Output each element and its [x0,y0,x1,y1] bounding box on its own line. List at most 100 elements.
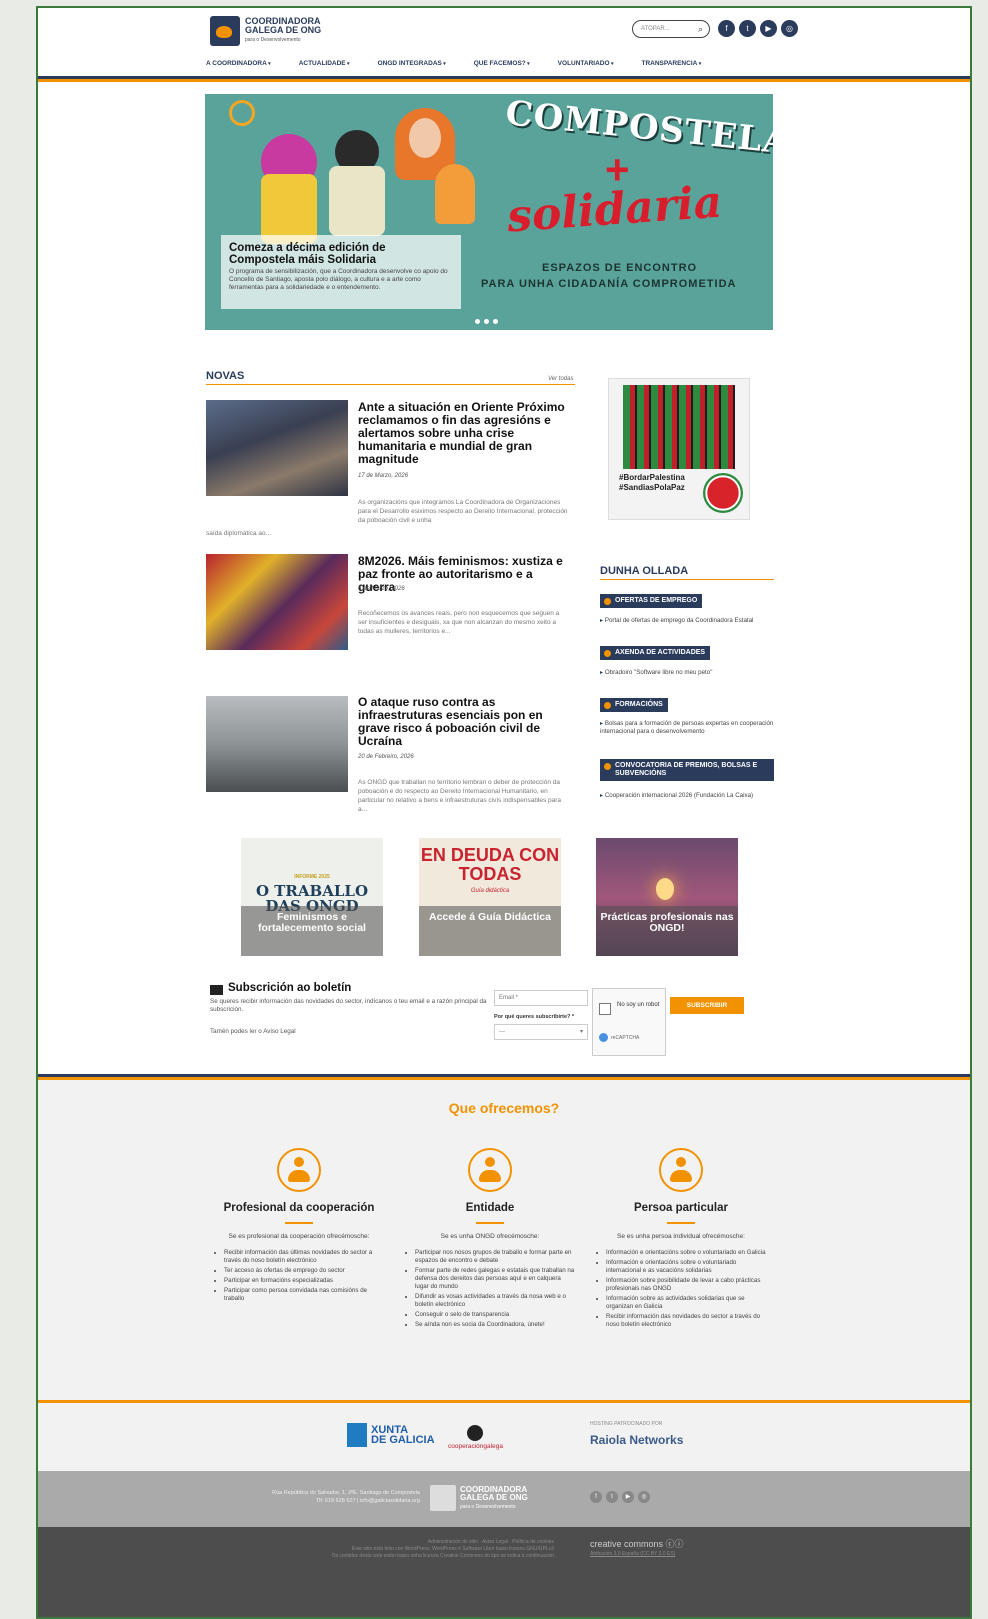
email-field[interactable]: Email * [494,990,588,1006]
offer-intro: Se es profesional da cooperación ofrecém… [228,1233,370,1240]
see-all-link[interactable]: Ver todas [548,376,573,382]
news-image[interactable] [206,696,348,792]
campaign-banner[interactable]: #BordarPalestina #SandiasPolaPaz [608,378,750,520]
youtube-icon[interactable]: ▶ [760,20,777,37]
offer-item[interactable]: Ter acceso ás ofertas de emprego do sect… [224,1267,384,1275]
sidebar-link[interactable]: Cooperación internacional 2026 (Fundació… [600,792,776,800]
promo-label[interactable]: Feminismos e fortalecemento social [241,912,383,934]
offer-item[interactable]: Formar parte de redes galegas e estatais… [415,1267,575,1291]
hero-caption-title[interactable]: Comeza a décima edición de Compostela má… [229,242,453,266]
offer-item[interactable]: Recibir información das últimas novidade… [224,1249,384,1265]
creative-commons-logo[interactable]: creative commons ⓒⓘ [590,1537,684,1550]
nav-item-actualidade[interactable]: ACTUALIDADE [299,60,350,67]
nav-item-voluntariado[interactable]: VOLUNTARIADO [558,60,614,67]
raiola-logo[interactable]: Raiola Networks [590,1433,683,1447]
xunta-logo[interactable]: XUNTA DE GALICIA [347,1423,435,1447]
subscribe-button[interactable]: SUBSCRIBIR [670,997,744,1014]
xunta-line2: DE GALICIA [371,1434,435,1446]
youtube-icon[interactable]: ▶ [622,1491,634,1503]
promo-card-internship[interactable]: Prácticas profesionais nas ONGD! [596,838,738,956]
news-title[interactable]: O ataque ruso contra as infraestruturas … [358,696,568,748]
news-image[interactable] [206,554,348,650]
offer-section: Que ofrecemos? Profesional da cooperació… [38,1080,970,1400]
figure-illustration [329,166,385,236]
instagram-icon[interactable]: ◎ [638,1491,650,1503]
sponsors-bar: XUNTA DE GALICIA cooperacióngalega HOSTI… [38,1403,970,1471]
logo-mark-icon [210,16,240,46]
sidebar-badge-training[interactable]: FORMACIÓNS [600,698,668,712]
offer-item[interactable]: Información sobre posibilidade de levar … [606,1277,766,1293]
offer-item[interactable]: Participar nos nosos grupos de traballo … [415,1249,575,1265]
mail-icon [210,985,223,995]
person-icon [659,1148,703,1192]
offer-item[interactable]: Se aínda non es socia da Coordinadora, ú… [415,1321,575,1329]
reason-value: --- [499,1029,505,1035]
promo-card-guide[interactable]: EN DEUDA CON TODAS Guía didáctica Accede… [419,838,561,956]
nav-item-que-facemos[interactable]: QUE FACEMOS? [474,60,530,67]
captcha-brand: reCAPTCHA [611,1035,640,1041]
instagram-icon[interactable]: ◎ [781,20,798,37]
twitter-icon[interactable]: t [739,20,756,37]
search-icon[interactable]: ⌕ [698,24,703,35]
xunta-flag-icon [347,1423,367,1447]
footer-links[interactable]: Administración do sitio · Aviso Legal · … [428,1539,554,1545]
footer-contact[interactable]: Tlf: 619 628 627 | info@galiciasolidaria… [316,1498,420,1504]
slider-dot[interactable] [493,319,498,324]
offer-item[interactable]: Participar en formacións especializadas [224,1277,384,1285]
sidebar-badge-agenda[interactable]: AXENDA DE ACTIVIDADES [600,646,711,660]
promo-card-report[interactable]: INFORME 2025 O TRABALLO DAS ONGD Feminis… [241,838,383,956]
facebook-icon[interactable]: f [718,20,735,37]
nav-item-transparencia[interactable]: TRANSPARENCIA [641,60,701,67]
offer-item[interactable]: Información e orientacións sobre o volun… [606,1259,766,1275]
footer-address[interactable]: Rúa República do Salvador, 1, 2ºE. Santi… [272,1490,420,1496]
footer-logo[interactable]: COORDINADORA GALEGA DE ONG para o Desenv… [430,1485,528,1511]
nav-item-coordinadora[interactable]: A COORDINADORA [206,60,271,67]
figure-illustration [261,174,317,244]
search-input[interactable]: ATOPAR... ⌕ [632,20,710,38]
coop-galega-logo[interactable]: cooperacióngalega [448,1425,503,1450]
email-placeholder: Email * [499,995,519,1001]
offer-item[interactable]: Información sobre as actividades solidar… [606,1295,766,1311]
figure-illustration [435,164,475,224]
site-logo[interactable]: COORDINADORA GALEGA DE ONG para o Desenv… [210,16,321,46]
sidebar-link[interactable]: Portal de ofertas de emprego da Coordina… [600,617,776,625]
captcha-checkbox[interactable] [599,1003,611,1015]
slider-dot[interactable] [484,319,489,324]
news-image[interactable] [206,400,348,496]
sidebar-badge-jobs[interactable]: OFERTAS DE EMPREGO [600,594,703,608]
footer-logo-line2: GALEGA DE ONG [460,1492,528,1502]
recaptcha-icon [599,1033,608,1042]
sidebar-link[interactable]: Obradoiro "Software libre no meu peto" [600,669,776,677]
logo-sub: para o Desenvolvemento [245,37,301,43]
offer-item[interactable]: Participar como persoa convidada nas com… [224,1287,384,1303]
offer-item[interactable]: Recibir información das novidades do sec… [606,1313,766,1329]
promo-tag: INFORME 2025 [294,874,330,880]
sidebar-badge-grants[interactable]: CONVOCATORIA DE PREMIOS, BOLSAS E SUBVEN… [600,759,774,781]
slider-dot[interactable] [475,319,480,324]
footer-credit: Este sitio está feito con WordPress, Wor… [351,1546,554,1552]
hero-caption[interactable]: Comeza a décima edición de Compostela má… [221,235,461,309]
watermelon-icon [703,473,743,513]
offer-item[interactable]: Información e orientacións sobre o volun… [606,1249,766,1257]
newsletter-title: Subscrición ao boletín [228,982,352,994]
license-link[interactable]: Atribución 3.0 España (CC BY 3.0 ES) [590,1551,675,1557]
promo-label[interactable]: Accede á Guía Didáctica [419,912,561,923]
offer-item[interactable]: Conseguir o selo de transparencia [415,1311,575,1319]
footer-logo-sub: para o Desenvolvemento [460,1503,516,1510]
news-excerpt-continued: saída diplomática ao... [206,530,272,537]
sidebar-link[interactable]: Bolsas para a formación de persoas exper… [600,720,776,736]
section-divider [600,579,774,580]
nav-item-ongd-integradas[interactable]: ONGD INTEGRADAS [378,60,446,67]
twitter-icon[interactable]: t [606,1491,618,1503]
heading-underline [285,1222,313,1224]
offer-item[interactable]: Difundir as vosas actividades a través d… [415,1293,575,1309]
person-icon [277,1148,321,1192]
facebook-icon[interactable]: f [590,1491,602,1503]
newsletter-legal[interactable]: Tamén podes ler o Aviso Legal [210,1028,296,1035]
reason-select[interactable]: --- ▾ [494,1024,588,1040]
offer-heading: Profesional da cooperación [223,1202,375,1214]
slider-dots [475,319,502,324]
promo-label[interactable]: Prácticas profesionais nas ONGD! [596,912,738,934]
hero-slider[interactable]: COMPOSTELA + solidaria ESPAZOS DE ENCONT… [205,94,773,330]
news-title[interactable]: Ante a situación en Oriente Próximo recl… [358,401,568,466]
